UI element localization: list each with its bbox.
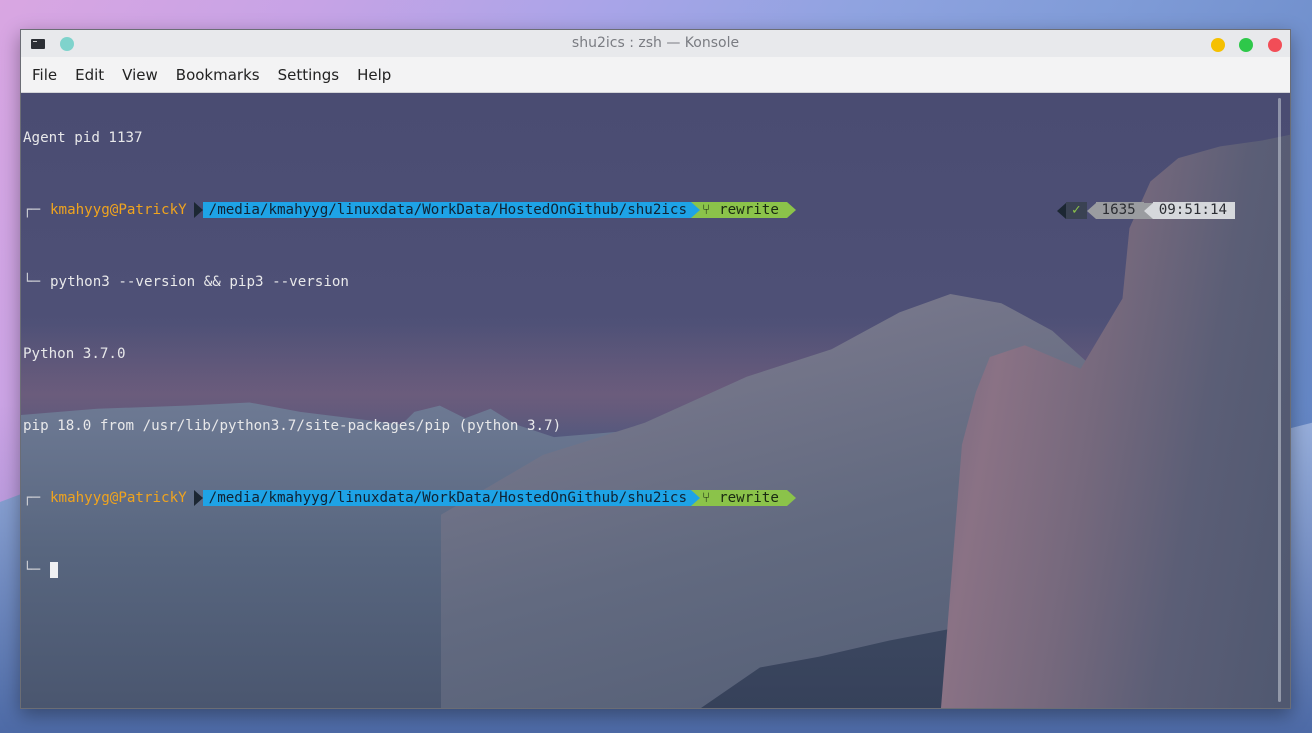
prompt-separator: [193, 202, 203, 218]
terminal-scrollbar[interactable]: [1278, 98, 1281, 702]
maximize-button[interactable]: [1239, 38, 1253, 52]
prompt-corner-bottom: └─: [23, 562, 41, 578]
terminal-area[interactable]: Agent pid 1137 ┌─ kmahyyg@PatrickY /medi…: [21, 93, 1290, 708]
python-version-output: Python 3.7.0: [23, 346, 126, 362]
agent-pid-text: Agent pid 1137: [23, 130, 143, 146]
git-branch-icon: ⑂: [702, 490, 711, 506]
command-text: python3 --version && pip3 --version: [50, 274, 349, 290]
prompt-git-branch: ⑂ rewrite: [700, 202, 787, 218]
terminal-output: Agent pid 1137 ┌─ kmahyyg@PatrickY /medi…: [23, 93, 796, 615]
right-prompt: ✓ 1635 09:51:14: [1057, 202, 1236, 219]
konsole-window: shu2ics : zsh — Konsole File Edit View B…: [20, 29, 1291, 709]
prompt-arrow-icon: [691, 202, 701, 218]
prompt-user-host: kmahyyg@PatrickY: [50, 490, 187, 506]
right-prompt-separator-icon: [1086, 202, 1096, 219]
desktop: shu2ics : zsh — Konsole File Edit View B…: [0, 0, 1312, 733]
prompt-user-host: kmahyyg@PatrickY: [50, 202, 187, 218]
text-cursor: [50, 562, 58, 578]
minimize-button[interactable]: [1211, 38, 1225, 52]
menu-help[interactable]: Help: [356, 66, 400, 84]
prompt-path: /media/kmahyyg/linuxdata/WorkData/Hosted…: [202, 490, 692, 506]
menu-settings[interactable]: Settings: [277, 66, 349, 84]
prompt-end-arrow-icon: [786, 202, 796, 218]
prompt-corner-bottom: └─: [23, 274, 41, 290]
prompt-separator: [193, 490, 203, 506]
prompt-corner-top: ┌─: [23, 202, 41, 218]
right-prompt-separator-icon: [1143, 202, 1153, 219]
menu-bookmarks[interactable]: Bookmarks: [175, 66, 269, 84]
input-line[interactable]: └─: [23, 561, 796, 579]
git-branch-name: rewrite: [719, 202, 779, 218]
git-branch-icon: ⑂: [702, 202, 711, 218]
prompt-corner-top: ┌─: [23, 490, 41, 506]
prompt-line: ┌─ kmahyyg@PatrickY /media/kmahyyg/linux…: [23, 201, 796, 219]
title-bar[interactable]: shu2ics : zsh — Konsole: [21, 30, 1290, 57]
terminal-line: pip 18.0 from /usr/lib/python3.7/site-pa…: [23, 417, 796, 435]
menu-bar: File Edit View Bookmarks Settings Help: [21, 57, 1290, 93]
prompt-line: ┌─ kmahyyg@PatrickY /media/kmahyyg/linux…: [23, 489, 796, 507]
git-branch-name: rewrite: [719, 490, 779, 506]
menu-file[interactable]: File: [31, 66, 66, 84]
close-button[interactable]: [1268, 38, 1282, 52]
prompt-git-branch: ⑂ rewrite: [700, 490, 787, 506]
right-prompt-time: 09:51:14: [1152, 202, 1236, 219]
menu-edit[interactable]: Edit: [74, 66, 113, 84]
menu-view[interactable]: View: [121, 66, 167, 84]
prompt-arrow-icon: [691, 490, 701, 506]
prompt-path: /media/kmahyyg/linuxdata/WorkData/Hosted…: [202, 202, 692, 218]
terminal-line: Python 3.7.0: [23, 345, 796, 363]
right-prompt-pid: 1635: [1095, 202, 1144, 219]
command-line: └─ python3 --version && pip3 --version: [23, 273, 796, 291]
status-check-icon: ✓: [1066, 202, 1087, 219]
terminal-line: Agent pid 1137: [23, 129, 796, 147]
right-prompt-arrow-icon: [1057, 202, 1066, 219]
window-title: shu2ics : zsh — Konsole: [571, 35, 740, 51]
prompt-end-arrow-icon: [786, 490, 796, 506]
pip-version-output: pip 18.0 from /usr/lib/python3.7/site-pa…: [23, 418, 562, 434]
